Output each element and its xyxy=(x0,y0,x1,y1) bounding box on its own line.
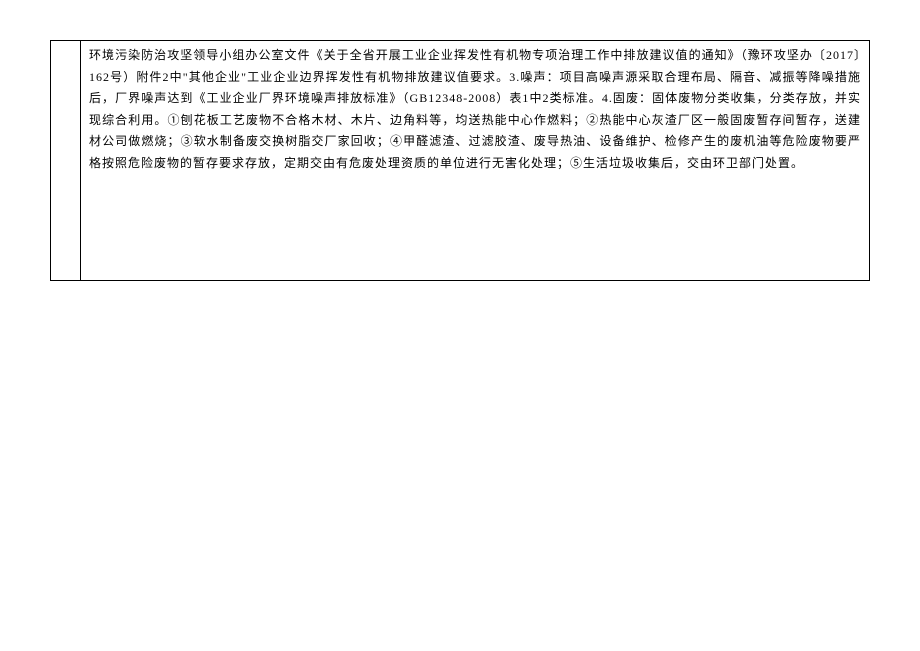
content-cell: 环境污染防治攻坚领导小组办公室文件《关于全省开展工业企业挥发性有机物专项治理工作… xyxy=(81,41,870,281)
body-paragraph: 环境污染防治攻坚领导小组办公室文件《关于全省开展工业企业挥发性有机物专项治理工作… xyxy=(89,45,861,175)
left-cell xyxy=(51,41,81,281)
document-table: 环境污染防治攻坚领导小组办公室文件《关于全省开展工业企业挥发性有机物专项治理工作… xyxy=(50,40,870,281)
table-row: 环境污染防治攻坚领导小组办公室文件《关于全省开展工业企业挥发性有机物专项治理工作… xyxy=(51,41,870,281)
